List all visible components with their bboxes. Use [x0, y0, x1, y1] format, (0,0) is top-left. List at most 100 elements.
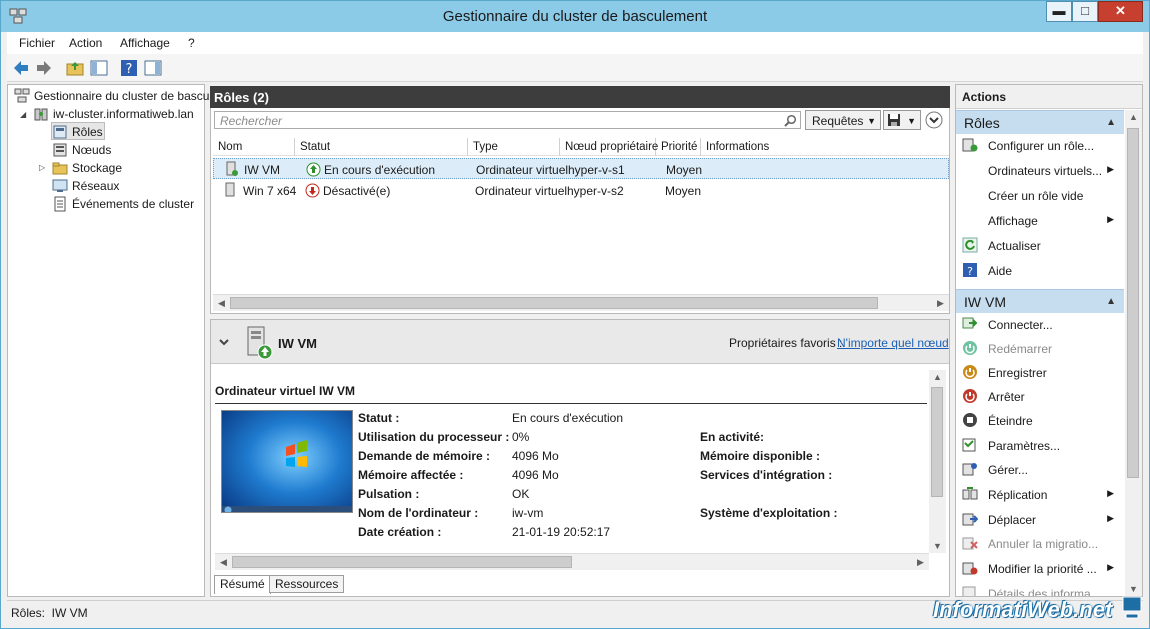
column-headers: Nom Statut Type Nœud propriétaire Priori… [213, 138, 949, 156]
title-bar[interactable]: Gestionnaire du cluster de basculement ▬… [1, 1, 1149, 32]
show-hide-action-pane-icon[interactable] [143, 58, 163, 78]
cell-status: En cours d'exécution [324, 163, 436, 177]
dropdown-arrow-icon: ▼ [867, 116, 876, 126]
action-information-details[interactable]: Détails des informa... [956, 582, 1120, 596]
scroll-right-arrow-icon[interactable]: ▶ [912, 557, 929, 568]
tree-cluster-label: iw-cluster.informatiweb.lan [53, 107, 194, 121]
dropdown-arrow-icon: ▼ [907, 116, 916, 126]
close-button[interactable]: ✕ [1098, 1, 1143, 22]
show-hide-tree-icon[interactable] [89, 58, 109, 78]
tree-item-roles[interactable]: Rôles [51, 122, 105, 140]
menu-action[interactable]: Action [69, 36, 102, 50]
action-label: Créer un rôle vide [988, 189, 1084, 203]
configure-icon [962, 138, 978, 152]
preferred-owners-link[interactable]: N'importe quel nœud [837, 336, 949, 350]
action-cancel-migration[interactable]: Annuler la migratio... [956, 532, 1120, 556]
collapse-detail-chevron-icon[interactable] [218, 336, 230, 348]
maximize-button[interactable]: □ [1072, 1, 1098, 22]
action-help[interactable]: ? Aide [956, 259, 1120, 283]
column-header-owner-node[interactable]: Nœud propriétaire [560, 138, 658, 156]
action-create-empty-role[interactable]: Créer un rôle vide [956, 184, 1120, 208]
minimize-button[interactable]: ▬ [1046, 1, 1072, 22]
settings-icon [962, 438, 976, 452]
section-divider [215, 403, 927, 404]
action-label: Configurer un rôle... [988, 139, 1095, 153]
menu-fichier[interactable]: Fichier [19, 36, 55, 50]
expand-arrow-icon[interactable]: ▷ [39, 163, 45, 172]
action-replication[interactable]: Réplication ▶ [956, 483, 1120, 507]
action-manage[interactable]: Gérer... [956, 458, 1120, 482]
search-input[interactable]: Rechercher [220, 114, 282, 128]
collapse-arrow-icon[interactable]: ◢ [20, 110, 26, 119]
tab-resources[interactable]: Ressources [269, 575, 345, 593]
action-restart[interactable]: Redémarrer [956, 337, 1120, 361]
action-refresh[interactable]: Actualiser [956, 234, 1120, 258]
refresh-icon [962, 237, 978, 253]
column-header-priority[interactable]: Priorité [656, 138, 701, 156]
expand-collapse-icon[interactable] [925, 111, 943, 129]
scroll-up-arrow-icon[interactable]: ▲ [929, 372, 946, 382]
table-row[interactable]: IW VM En cours d'exécution Ordinateur vi… [213, 158, 949, 179]
tab-summary[interactable]: Résumé [214, 575, 271, 594]
column-header-information[interactable]: Informations [701, 138, 949, 156]
detail-vertical-scrollbar[interactable]: ▲ ▼ [929, 370, 946, 553]
action-view[interactable]: Affichage ▶ [956, 209, 1120, 233]
action-save[interactable]: Enregistrer [956, 361, 1120, 385]
scroll-down-arrow-icon[interactable]: ▼ [1125, 584, 1142, 594]
action-connect[interactable]: Connecter... [956, 313, 1120, 337]
roles-horizontal-scrollbar[interactable]: ◀ ▶ [213, 294, 949, 311]
floppy-save-icon [888, 114, 900, 126]
scroll-right-arrow-icon[interactable]: ▶ [932, 298, 949, 309]
action-group-roles[interactable]: Rôles ▲ [956, 110, 1124, 134]
action-virtual-machines[interactable]: Ordinateurs virtuels... ▶ [956, 159, 1120, 183]
action-configure-role[interactable]: Configurer un rôle... [956, 134, 1120, 158]
folder-up-icon[interactable] [65, 58, 85, 78]
menu-affichage[interactable]: Affichage [120, 36, 170, 50]
detail-content: Ordinateur virtuel IW VM Statut : En cou… [215, 370, 927, 553]
column-header-type[interactable]: Type [468, 138, 560, 156]
search-icon[interactable] [784, 114, 797, 127]
column-header-name[interactable]: Nom [213, 138, 295, 156]
action-settings[interactable]: Paramètres... [956, 434, 1120, 458]
forward-arrow-icon[interactable] [34, 58, 54, 78]
scroll-left-arrow-icon[interactable]: ◀ [215, 557, 232, 568]
submenu-arrow-icon: ▶ [1107, 214, 1114, 224]
cell-priority: Moyen [666, 163, 703, 177]
action-group-title: IW VM [964, 294, 1006, 310]
help-icon[interactable]: ? [119, 58, 139, 78]
submenu-arrow-icon: ▶ [1107, 513, 1114, 523]
column-header-status[interactable]: Statut [295, 138, 468, 156]
restart-icon [963, 341, 977, 355]
scroll-left-arrow-icon[interactable]: ◀ [213, 298, 230, 309]
search-box[interactable]: Rechercher [214, 111, 801, 129]
cluster-icon [34, 108, 48, 121]
scrollbar-thumb[interactable] [232, 556, 572, 568]
action-label: Redémarrer [988, 342, 1053, 356]
actions-vertical-scrollbar[interactable]: ▲ ▼ [1125, 110, 1142, 596]
queries-button[interactable]: Requêtes ▼ [805, 110, 881, 130]
save-query-button[interactable]: ▼ [883, 110, 921, 130]
scroll-up-arrow-icon[interactable]: ▲ [1125, 112, 1142, 122]
vm-thumbnail[interactable] [221, 410, 353, 513]
cell-type: Ordinateur virtuel [475, 184, 568, 198]
cpu-usage-label: Utilisation du processeur : [358, 430, 510, 444]
action-shutdown[interactable]: Arrêter [956, 385, 1120, 409]
action-change-priority[interactable]: Modifier la priorité ... ▶ [956, 557, 1120, 581]
collapse-group-icon[interactable]: ▲ [1106, 117, 1116, 128]
detail-horizontal-scrollbar[interactable]: ◀ ▶ [215, 553, 929, 570]
action-label: Déplacer [988, 513, 1037, 527]
scrollbar-thumb[interactable] [931, 387, 943, 497]
collapse-group-icon[interactable]: ▲ [1106, 296, 1116, 307]
computer-name-value: iw-vm [512, 506, 544, 520]
window-title: Gestionnaire du cluster de basculement [442, 8, 708, 25]
table-row[interactable]: Win 7 x64 Désactivé(e) Ordinateur virtue… [213, 180, 949, 201]
memory-demand-value: 4096 Mo [512, 449, 559, 463]
scrollbar-thumb[interactable] [1127, 128, 1139, 478]
menu-help[interactable]: ? [188, 36, 195, 50]
scrollbar-thumb[interactable] [230, 297, 878, 309]
action-group-iw-vm[interactable]: IW VM ▲ [956, 289, 1124, 313]
action-turn-off[interactable]: Éteindre [956, 409, 1120, 433]
scroll-down-arrow-icon[interactable]: ▼ [929, 541, 946, 551]
back-arrow-icon[interactable] [11, 58, 31, 78]
action-move[interactable]: Déplacer ▶ [956, 508, 1120, 532]
